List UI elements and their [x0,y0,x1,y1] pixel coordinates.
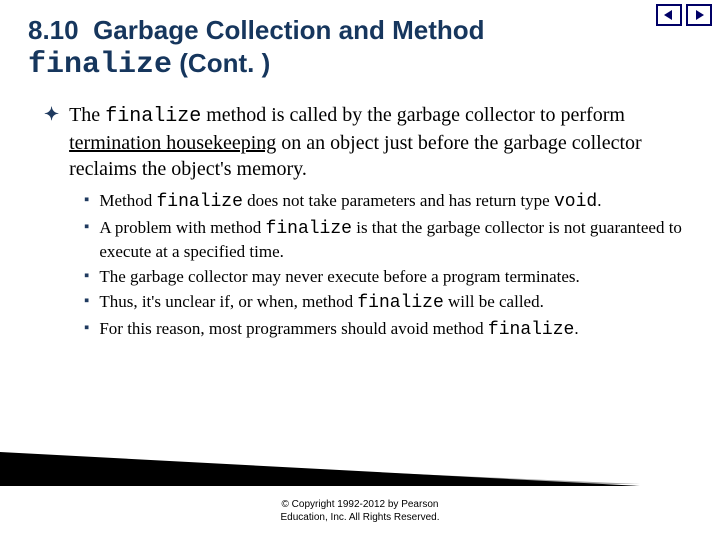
square-bullet-icon: ▪ [84,217,89,238]
list-item: ▪ For this reason, most programmers shou… [84,318,692,342]
square-bullet-icon: ▪ [84,291,89,312]
bullet-icon: ✦ [44,102,59,127]
square-bullet-icon: ▪ [84,318,89,339]
title-section-no: 8.10 [28,15,79,45]
sub-text: The garbage collector may never execute … [99,266,692,288]
next-button[interactable] [686,4,712,26]
mb-mono: finalize [105,105,201,128]
list-item: ▪ Method finalize does not take paramete… [84,190,692,214]
arrow-right-icon [692,8,706,22]
mb-mid: method is called by the garbage collecto… [201,104,625,126]
list-item: ▪ Thus, it's unclear if, or when, method… [84,291,692,315]
slide-title: 8.10 Garbage Collection and Method final… [28,14,692,84]
copyright-line2: Education, Inc. All Rights Reserved. [281,512,440,523]
sub-text: Method finalize does not take parameters… [99,190,692,214]
copyright-line1: © Copyright 1992-2012 by Pearson [282,499,439,510]
title-mono: finalize [28,48,172,82]
arrow-left-icon [662,8,676,22]
sub-text: Thus, it's unclear if, or when, method f… [99,291,692,315]
sub-list: ▪ Method finalize does not take paramete… [44,190,692,342]
title-line1: Garbage Collection and Method [93,15,484,45]
sub-text: A problem with method finalize is that t… [99,217,692,263]
prev-button[interactable] [656,4,682,26]
title-suffix: (Cont. ) [179,48,270,78]
decorative-wedge [0,452,640,486]
main-bullet: ✦ The finalize method is called by the g… [44,102,692,182]
list-item: ▪ The garbage collector may never execut… [84,266,692,288]
nav-buttons [656,4,712,26]
square-bullet-icon: ▪ [84,266,89,287]
slide-container: 8.10 Garbage Collection and Method final… [0,0,720,540]
copyright: © Copyright 1992-2012 by Pearson Educati… [0,498,720,524]
main-bullet-text: The finalize method is called by the gar… [69,102,692,182]
sub-text: For this reason, most programmers should… [99,318,692,342]
square-bullet-icon: ▪ [84,190,89,211]
mb-under: termination housekeeping [69,132,276,154]
list-item: ▪ A problem with method finalize is that… [84,217,692,263]
content: ✦ The finalize method is called by the g… [28,102,692,342]
mb-pre: The [69,104,105,126]
